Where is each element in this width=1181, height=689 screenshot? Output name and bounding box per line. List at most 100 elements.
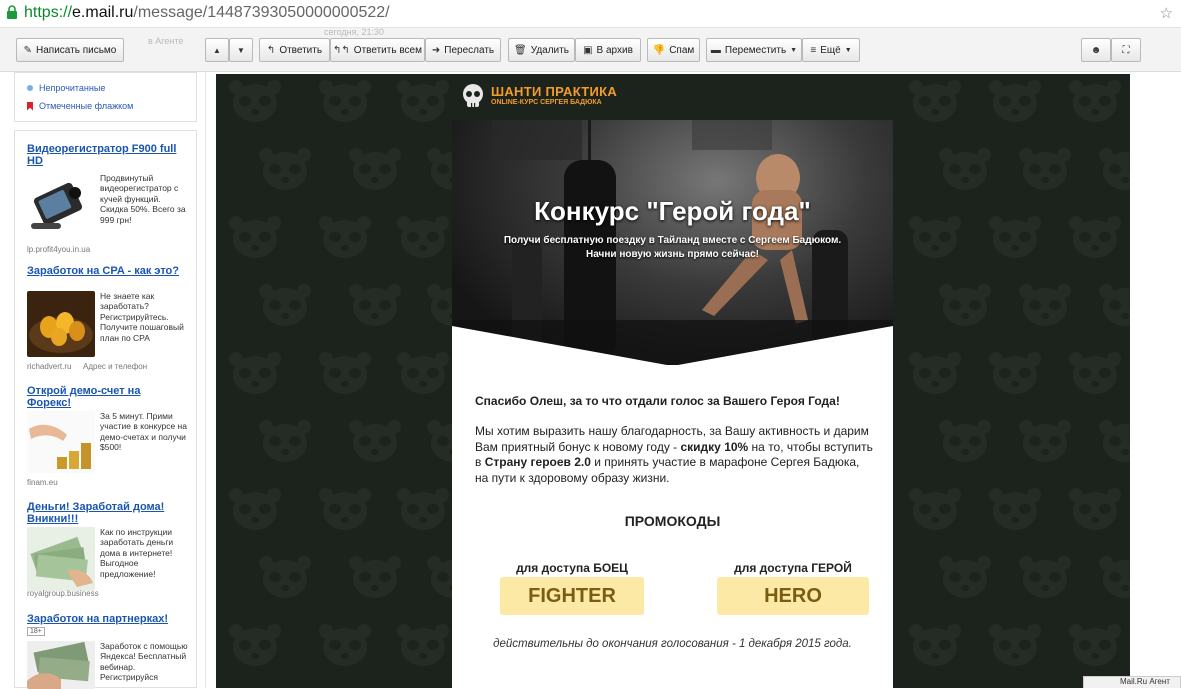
compose-label: Написать письмо — [36, 44, 117, 56]
trash-icon: 🗑 — [514, 44, 527, 56]
archive-label: В архив — [596, 44, 633, 56]
archive-button[interactable]: ▣ В архив — [575, 38, 641, 62]
ad-title[interactable]: Деньги! Заработай дома! Вникни!!! — [27, 501, 187, 525]
more-button[interactable]: ≡ Ещё ▼ — [802, 38, 860, 62]
panda-pattern-icon — [349, 284, 401, 326]
compose-button[interactable]: ✎ Написать письмо — [16, 38, 124, 62]
compose-icon: ✎ — [23, 44, 33, 56]
panda-pattern-icon — [1069, 216, 1121, 258]
filter-unread[interactable]: Непрочитанные — [27, 83, 105, 93]
promo-code-hero[interactable]: HERO — [717, 577, 869, 615]
chevron-down-icon: ▼ — [790, 46, 798, 54]
url-host: e.mail.ru — [72, 4, 134, 21]
ad-image[interactable] — [27, 527, 95, 591]
panda-pattern-icon — [319, 352, 371, 394]
ad-title[interactable]: Заработок на CPA - как это? — [27, 265, 187, 277]
email-body: ШАНТИ ПРАКТИКА ONLINE-КУРС СЕРГЕЯ БАДЮКА… — [216, 74, 1130, 688]
filter-flagged-label: Отмеченные флажком — [39, 101, 134, 111]
ad-image[interactable] — [27, 641, 95, 689]
reply-button[interactable]: ↰ Ответить — [259, 38, 330, 62]
folder-filters: Непрочитанные Отмеченные флажком — [14, 72, 197, 122]
ad-item[interactable]: Заработок на партнерках! 18+ Заработок с… — [27, 613, 188, 689]
ad-title[interactable]: Заработок на партнерках! — [27, 613, 187, 625]
panda-pattern-icon — [229, 216, 281, 258]
promo-code-fighter[interactable]: FIGHTER — [500, 577, 644, 615]
panda-pattern-icon — [1099, 148, 1130, 190]
ad-image[interactable] — [27, 291, 95, 357]
more-label: Ещё — [820, 44, 841, 56]
ad-item[interactable]: Видеорегистратор F900 full HD Продвинуты… — [27, 143, 187, 255]
ad-text: Не знаете как заработать? Регистрируйтес… — [100, 291, 184, 343]
ad-source[interactable]: lp.profit4you.in.ua — [27, 245, 90, 254]
flag-icon — [27, 101, 33, 111]
star-icon[interactable]: ☆ — [1160, 4, 1173, 22]
panda-pattern-icon — [1099, 420, 1130, 462]
hero-banner[interactable]: Конкурс "Герой года" Получи бесплатную п… — [452, 120, 893, 365]
move-button[interactable]: ▬ Переместить ▼ — [706, 38, 802, 62]
filter-unread-label: Непрочитанные — [39, 83, 106, 93]
ad-text: Продвинутый видеорегистратор с кучей фун… — [100, 173, 186, 225]
panda-pattern-icon — [1099, 284, 1130, 326]
panda-pattern-icon — [1019, 556, 1071, 598]
ad-item[interactable]: Открой демо-счет на Форекс! За 5 минут. … — [27, 385, 187, 489]
panda-icon: ☻ — [1090, 44, 1102, 56]
panda-pattern-icon — [909, 352, 961, 394]
time-ghost-text: сегодня, 21:30 — [324, 27, 385, 37]
panda-pattern-icon — [1069, 488, 1121, 530]
next-message-button[interactable]: ▼ — [229, 38, 253, 62]
skull-icon — [463, 84, 483, 107]
panda-pattern-icon — [909, 216, 961, 258]
fullscreen-icon: ⛶ — [1122, 44, 1130, 56]
lock-icon — [7, 5, 17, 19]
ad-title[interactable]: Открой демо-счет на Форекс! — [27, 385, 187, 409]
panda-pattern-icon — [909, 624, 961, 666]
ad-item[interactable]: Деньги! Заработай дома! Вникни!!! Как по… — [27, 501, 187, 605]
ad-image[interactable] — [27, 411, 95, 473]
url-text[interactable]: https://e.mail.ru/message/14487393050000… — [24, 4, 390, 22]
ad-address-link[interactable]: Адрес и телефон — [83, 362, 147, 371]
dashcam-image — [31, 182, 83, 229]
panda-pattern-icon — [229, 80, 281, 122]
prev-message-button[interactable]: ▲ — [205, 38, 229, 62]
ad-item[interactable]: Заработок на CPA - как это? Не знаете ка… — [27, 265, 187, 375]
brand-logo[interactable]: ШАНТИ ПРАКТИКА ONLINE-КУРС СЕРГЕЯ БАДЮКА — [459, 82, 619, 110]
panda-pattern-icon — [939, 556, 991, 598]
logo-subtitle: ONLINE-КУРС СЕРГЕЯ БАДЮКА — [491, 99, 602, 106]
reply-all-button[interactable]: ↰↰ Ответить всем — [330, 38, 425, 62]
panda-pattern-icon — [349, 420, 401, 462]
ad-source[interactable]: finam.eu — [27, 478, 58, 487]
email-content-card: Спасибо Олеш, за то что отдали голос за … — [452, 365, 893, 688]
chevron-down-icon: ▼ — [844, 46, 852, 54]
archive-icon: ▣ — [583, 44, 593, 56]
panda-pattern-icon — [1019, 284, 1071, 326]
move-label: Переместить — [724, 44, 787, 56]
ad-image[interactable] — [27, 173, 95, 241]
panda-pattern-icon — [989, 216, 1041, 258]
promo-label-fighter: для доступа БОЕЦ — [516, 561, 628, 575]
panda-pattern-icon — [909, 80, 961, 122]
spam-button[interactable]: 👎 Спам — [647, 38, 700, 62]
panda-pattern-icon — [909, 488, 961, 530]
ad-source[interactable]: royalgroup.business — [27, 589, 99, 598]
panda-pattern-icon — [1069, 80, 1121, 122]
agent-ghost-text: в Агенте — [148, 36, 184, 46]
panda-pattern-icon — [319, 216, 371, 258]
delete-button[interactable]: 🗑 Удалить — [508, 38, 575, 62]
address-bar[interactable]: https://e.mail.ru/message/14487393050000… — [0, 0, 1181, 28]
theme-button[interactable]: ☻ — [1081, 38, 1111, 62]
mailru-agent-tab[interactable]: Mail.Ru Агент — [1083, 676, 1181, 688]
panda-pattern-icon — [1069, 352, 1121, 394]
panda-pattern-icon — [259, 148, 311, 190]
reply-icon: ↰ — [266, 44, 276, 56]
country-text: Страну героев 2.0 — [484, 455, 591, 469]
ad-text: Как по инструкции заработать деньги дома… — [100, 527, 174, 579]
filter-flagged[interactable]: Отмеченные флажком — [27, 101, 133, 111]
fullscreen-button[interactable]: ⛶ — [1111, 38, 1141, 62]
ad-source[interactable]: richadvert.ru — [27, 362, 71, 371]
dollars-image — [27, 641, 90, 689]
panda-pattern-icon — [989, 80, 1041, 122]
forward-button[interactable]: ➜ Переслать — [425, 38, 501, 62]
ad-title[interactable]: Видеорегистратор F900 full HD — [27, 143, 187, 167]
logo-title: ШАНТИ ПРАКТИКА — [491, 84, 618, 99]
panda-pattern-icon — [989, 352, 1041, 394]
